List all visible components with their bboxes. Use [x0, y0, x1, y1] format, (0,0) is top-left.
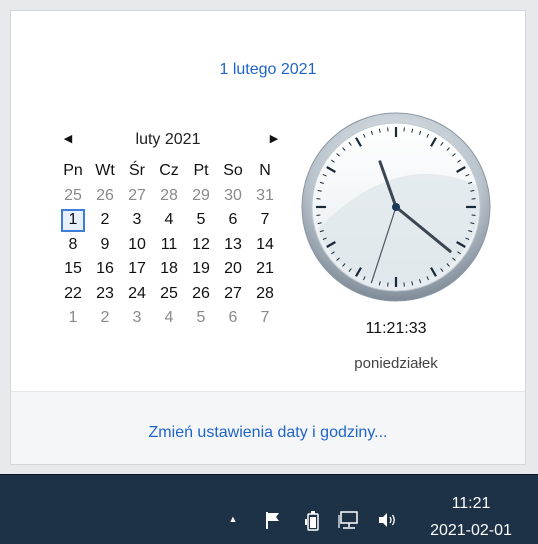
date-time-flyout: 1 lutego 2021 ◀ luty 2021 ▶ Pn Wt Śr Cz … [10, 10, 526, 465]
calendar-day[interactable]: 17 [125, 258, 149, 281]
calendar-day-prev-month[interactable]: 28 [157, 185, 181, 208]
weekday-header: N [249, 159, 281, 184]
calendar-day[interactable]: 7 [253, 209, 277, 232]
calendar-day[interactable]: 2 [93, 209, 117, 232]
month-title[interactable]: luty 2021 [53, 129, 283, 151]
calendar-day[interactable]: 18 [157, 258, 181, 281]
calendar-day-next-month[interactable]: 6 [221, 307, 245, 330]
calendar-day-next-month[interactable]: 1 [61, 307, 85, 330]
taskbar-time: 11:21 [418, 494, 524, 514]
calendar-day[interactable]: 14 [253, 234, 277, 257]
calendar-day-next-month[interactable]: 7 [253, 307, 277, 330]
calendar-day[interactable]: 15 [61, 258, 85, 281]
calendar-day-prev-month[interactable]: 26 [93, 185, 117, 208]
weekday-header: So [217, 159, 249, 184]
calendar-day[interactable]: 9 [93, 234, 117, 257]
calendar-day[interactable]: 11 [157, 234, 181, 257]
taskbar: ▲ 11:21 2021-02-01 [0, 474, 538, 544]
calendar-day[interactable]: 20 [221, 258, 245, 281]
calendar-day-next-month[interactable]: 3 [125, 307, 149, 330]
calendar-day[interactable]: 5 [189, 209, 213, 232]
weekday-header: Śr [121, 159, 153, 184]
triangle-right-icon[interactable]: ▶ [267, 131, 281, 147]
calendar-day[interactable]: 27 [221, 283, 245, 306]
weekday-header: Cz [153, 159, 185, 184]
full-date-link[interactable]: 1 lutego 2021 [11, 61, 525, 79]
calendar-day[interactable]: 4 [157, 209, 181, 232]
clock-face-icon [298, 109, 494, 305]
digital-time: 11:21:33 [301, 320, 491, 338]
calendar-day[interactable]: 26 [189, 283, 213, 306]
flag-icon[interactable] [262, 509, 284, 531]
weekday-header: Pt [185, 159, 217, 184]
calendar-day[interactable]: 13 [221, 234, 245, 257]
weekday-header: Pn [57, 159, 89, 184]
calendar-day-today[interactable]: 1 [61, 209, 85, 232]
flyout-frame: 1 lutego 2021 ◀ luty 2021 ▶ Pn Wt Śr Cz … [0, 0, 538, 474]
calendar-day-prev-month[interactable]: 31 [253, 185, 277, 208]
weekday-header: Wt [89, 159, 121, 184]
calendar-day[interactable]: 23 [93, 283, 117, 306]
volume-icon[interactable] [376, 509, 398, 531]
calendar-day-prev-month[interactable]: 27 [125, 185, 149, 208]
calendar-grid: Pn Wt Śr Cz Pt So N 25 26 27 28 29 30 31… [57, 159, 281, 331]
calendar-day[interactable]: 19 [189, 258, 213, 281]
weekday-label: poniedziałek [301, 355, 491, 372]
calendar-day[interactable]: 21 [253, 258, 277, 281]
taskbar-clock[interactable]: 11:21 2021-02-01 [418, 494, 524, 542]
taskbar-date: 2021-02-01 [418, 520, 524, 542]
calendar-day-prev-month[interactable]: 29 [189, 185, 213, 208]
calendar-day[interactable]: 28 [253, 283, 277, 306]
battery-icon[interactable] [302, 509, 324, 531]
calendar-day-prev-month[interactable]: 25 [61, 185, 85, 208]
calendar-day[interactable]: 16 [93, 258, 117, 281]
flyout-footer: Zmień ustawienia daty i godziny... [11, 392, 525, 464]
calendar-day[interactable]: 3 [125, 209, 149, 232]
network-icon[interactable] [338, 509, 360, 531]
calendar-day[interactable]: 10 [125, 234, 149, 257]
calendar-day[interactable]: 6 [221, 209, 245, 232]
analog-clock [298, 109, 494, 305]
calendar-day-next-month[interactable]: 5 [189, 307, 213, 330]
calendar-day[interactable]: 8 [61, 234, 85, 257]
calendar-header: ◀ luty 2021 ▶ [53, 129, 283, 151]
calendar-day-next-month[interactable]: 4 [157, 307, 181, 330]
calendar-day-next-month[interactable]: 2 [93, 307, 117, 330]
calendar-day-prev-month[interactable]: 30 [221, 185, 245, 208]
chevron-up-icon[interactable]: ▲ [226, 512, 240, 526]
calendar-day[interactable]: 24 [125, 283, 149, 306]
calendar-day[interactable]: 12 [189, 234, 213, 257]
calendar-day[interactable]: 22 [61, 283, 85, 306]
change-date-time-settings-link[interactable]: Zmień ustawienia daty i godziny... [11, 424, 525, 442]
calendar-day[interactable]: 25 [157, 283, 181, 306]
